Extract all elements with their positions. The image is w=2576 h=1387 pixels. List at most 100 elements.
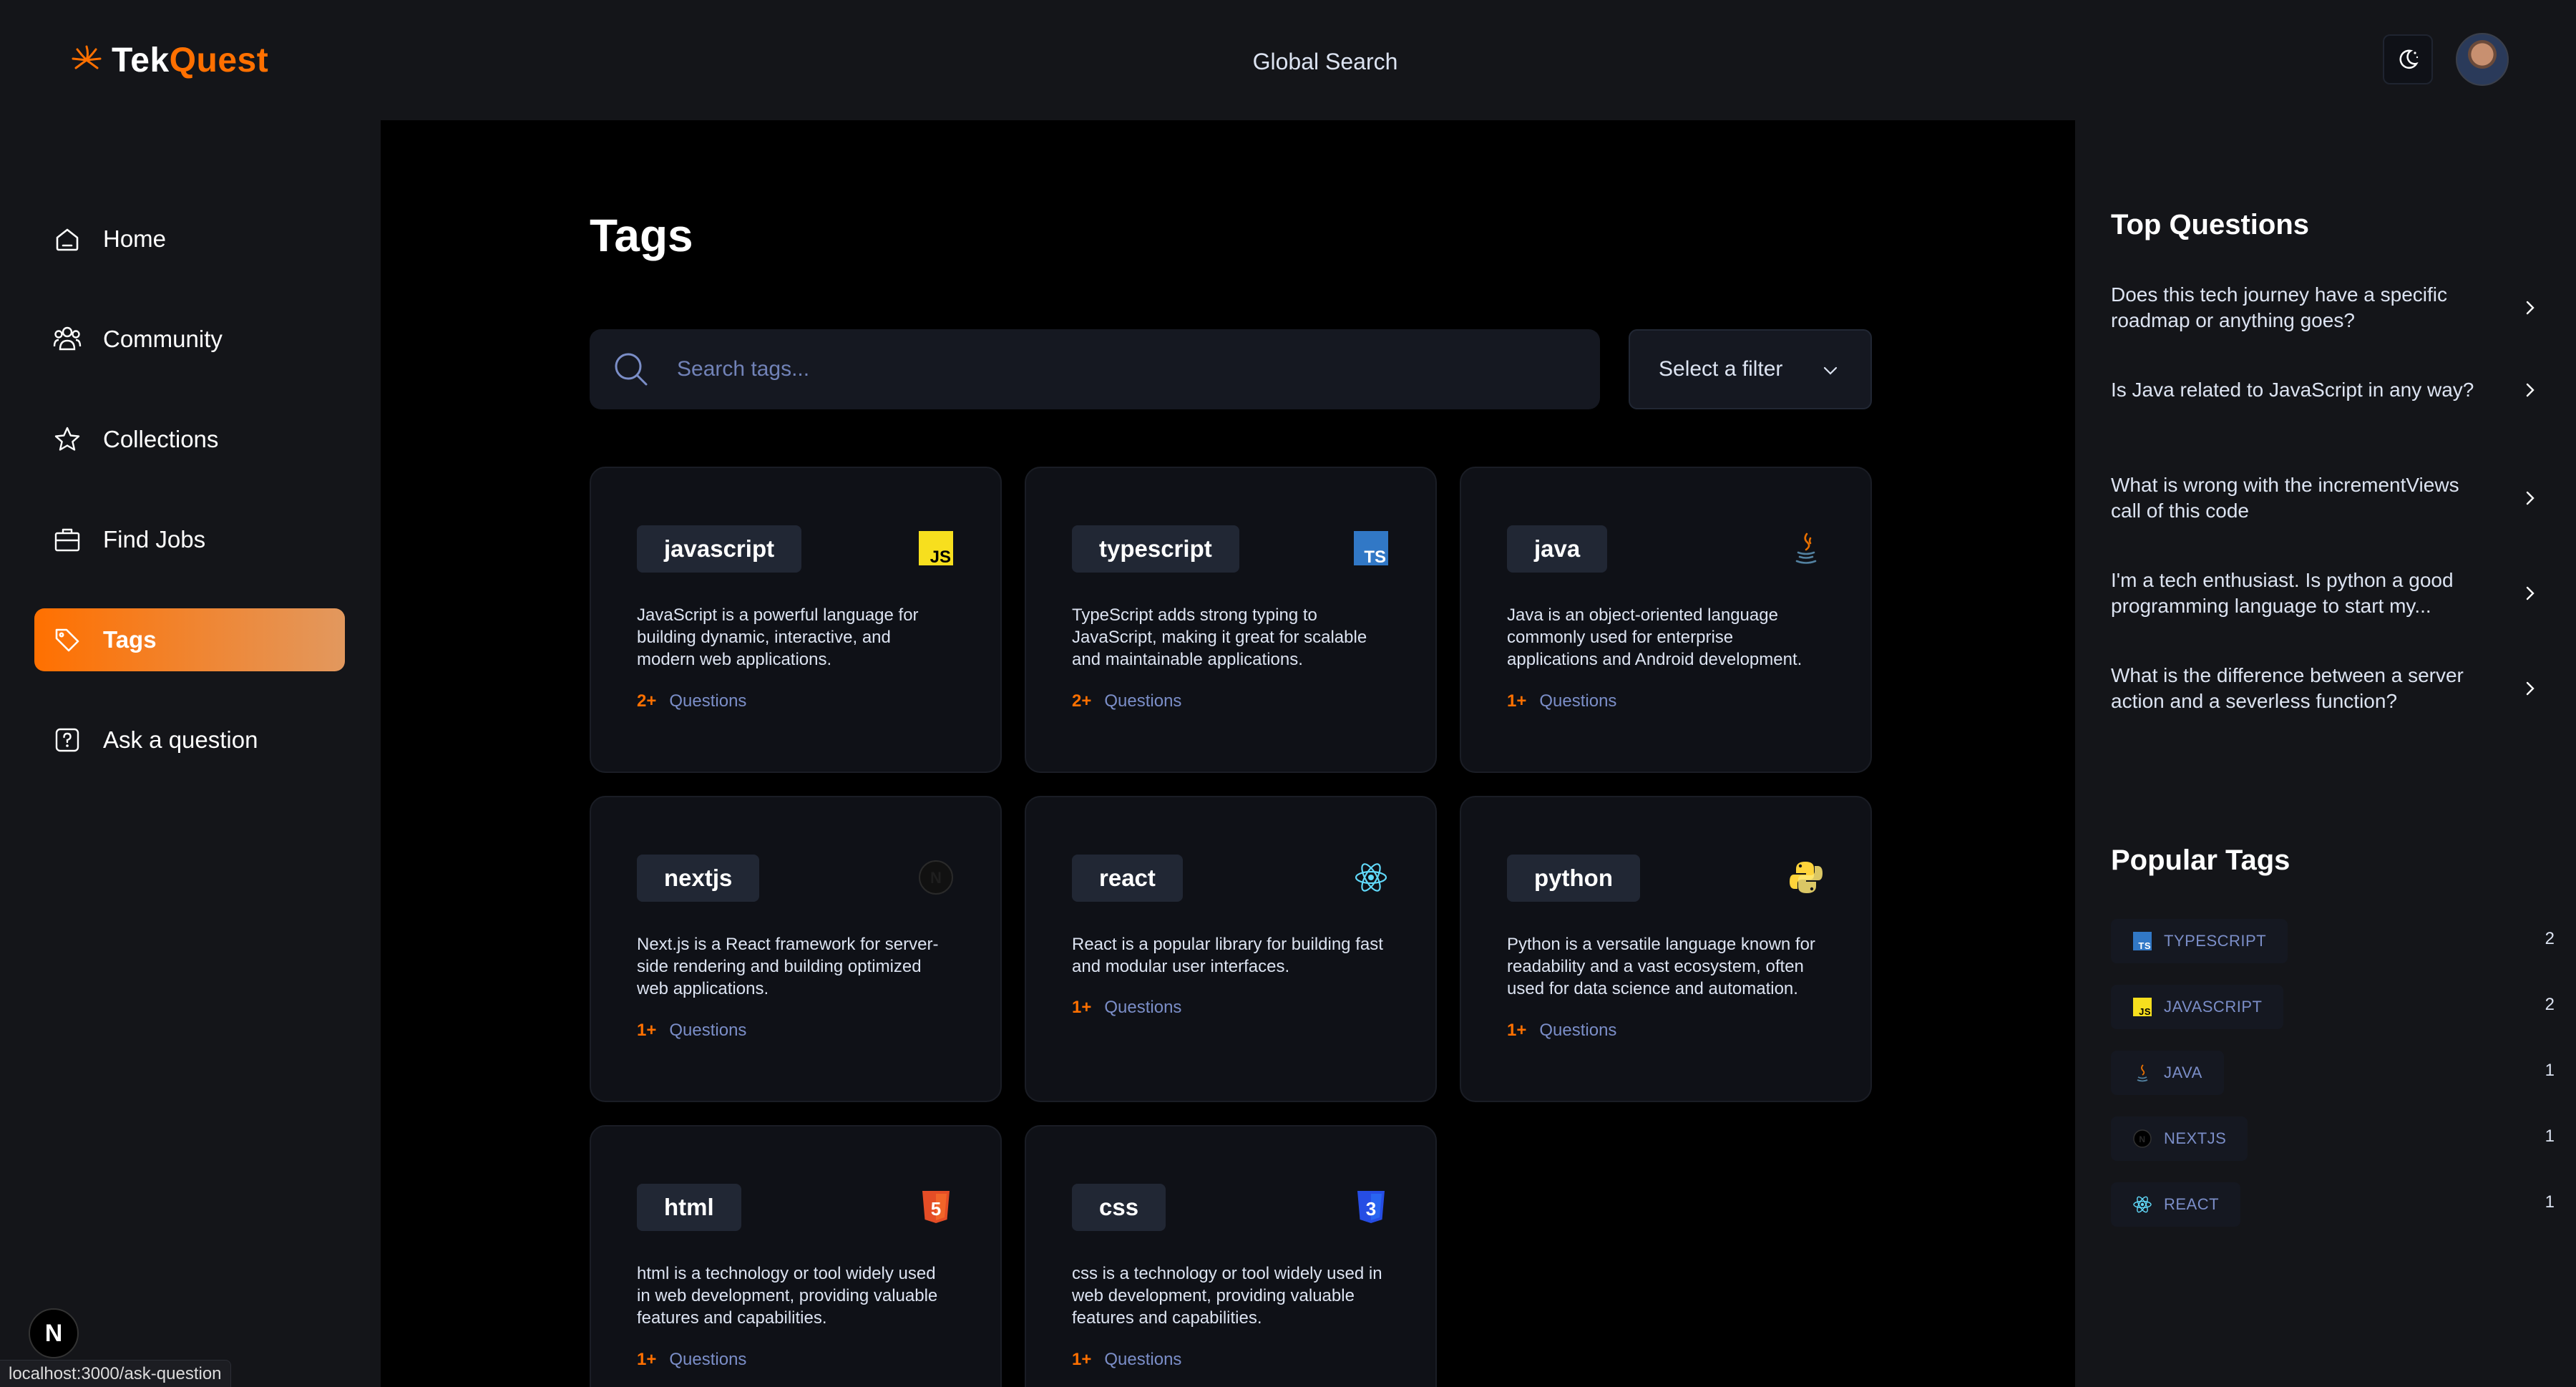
tag-description: React is a popular library for building … <box>1072 935 1383 976</box>
sidebar-item-label: Ask a question <box>103 726 258 753</box>
logo-icon <box>72 45 102 69</box>
top-question-item[interactable]: Is Java related to JavaScript in any way… <box>2111 377 2534 403</box>
tag-name[interactable]: python <box>1507 855 1640 902</box>
top-question-item[interactable]: What is the difference between a server … <box>2111 663 2534 714</box>
tag-question-count: 1+ Questions <box>1507 691 1617 711</box>
tag-card-css[interactable]: css 3 css is a technology or tool widely… <box>1025 1125 1437 1387</box>
tag-name[interactable]: html <box>637 1184 741 1231</box>
tag-description: html is a technology or tool widely used… <box>637 1264 938 1328</box>
tag-card-typescript[interactable]: typescript TS TypeScript adds strong typ… <box>1025 467 1437 773</box>
tag-icon <box>52 624 83 656</box>
top-question-item[interactable]: What is wrong with the incrementViews ca… <box>2111 472 2534 524</box>
sidebar-item-collections[interactable]: Collections <box>34 408 345 471</box>
tag-description: css is a technology or tool widely used … <box>1072 1264 1382 1328</box>
tag-name[interactable]: java <box>1507 525 1608 573</box>
top-question-item[interactable]: Does this tech journey have a specific r… <box>2111 282 2534 334</box>
react-icon <box>2133 1196 2152 1213</box>
filter-select-label: Select a filter <box>1659 357 1783 381</box>
tag-card-html[interactable]: html 5 html is a technology or tool wide… <box>590 1125 1002 1387</box>
js-icon: JS <box>2133 998 2152 1017</box>
left-sidebar: Home Community Collections Find Jobs Tag… <box>0 120 381 1387</box>
popular-tag-chip[interactable]: REACT <box>2111 1182 2241 1227</box>
tag-card-javascript[interactable]: javascript JS JavaScript is a powerful l… <box>590 467 1002 773</box>
popular-tag-item[interactable]: JS JAVASCRIPT 2 <box>2111 985 2555 1029</box>
popular-tag-name: JAVASCRIPT <box>2164 998 2263 1016</box>
sidebar-item-community[interactable]: Community <box>34 308 345 371</box>
sidebar-item-home[interactable]: Home <box>34 208 345 271</box>
chevron-down-icon <box>1823 366 1838 375</box>
sidebar-item-ask-question[interactable]: Ask a question <box>34 709 345 772</box>
popular-tag-count: 1 <box>2545 1061 2555 1080</box>
popular-tag-chip[interactable]: TS TYPESCRIPT <box>2111 919 2288 963</box>
theme-toggle-button[interactable] <box>2383 34 2433 84</box>
tag-description: Java is an object-oriented language comm… <box>1507 605 1802 669</box>
user-avatar[interactable] <box>2456 33 2509 86</box>
logo[interactable]: TekQuest <box>67 37 268 83</box>
popular-tag-count: 1 <box>2545 1126 2555 1146</box>
popular-tag-count: 1 <box>2545 1192 2555 1212</box>
tag-question-count: 1+ Questions <box>1072 1350 1182 1369</box>
ts-icon: TS <box>1354 531 1388 567</box>
page-title: Tags <box>590 210 693 261</box>
tag-name[interactable]: javascript <box>637 525 802 573</box>
right-sidebar: Top Questions Does this tech journey hav… <box>2075 120 2576 1387</box>
top-question-text: What is the difference between a server … <box>2111 664 2464 712</box>
top-question-text: What is wrong with the incrementViews ca… <box>2111 474 2459 522</box>
tag-question-count: 1+ Questions <box>637 1021 747 1040</box>
search-input[interactable] <box>677 357 1536 381</box>
tag-card-nextjs[interactable]: nextjs N Next.js is a React framework fo… <box>590 796 1002 1102</box>
popular-tag-name: NEXTJS <box>2164 1129 2227 1147</box>
sidebar-item-find-jobs[interactable]: Find Jobs <box>34 508 345 571</box>
top-question-item[interactable]: I'm a tech enthusiast. Is python a good … <box>2111 568 2534 619</box>
popular-tag-item[interactable]: TS TYPESCRIPT 2 <box>2111 919 2555 963</box>
react-icon <box>1355 863 1387 892</box>
star-icon <box>52 424 83 455</box>
sidebar-item-label: Find Jobs <box>103 526 206 553</box>
svg-text:N: N <box>2139 1134 2145 1144</box>
tag-question-count: 1+ Questions <box>637 1350 747 1369</box>
python-icon <box>1790 862 1823 893</box>
popular-tag-item[interactable]: REACT 1 <box>2111 1182 2555 1227</box>
tag-card-python[interactable]: python Python is a versatile language kn… <box>1460 796 1872 1102</box>
popular-tag-count: 2 <box>2545 995 2555 1014</box>
top-question-text: Is Java related to JavaScript in any way… <box>2111 379 2474 401</box>
tag-name[interactable]: react <box>1072 855 1183 902</box>
tag-name[interactable]: nextjs <box>637 855 760 902</box>
global-search[interactable]: Global Search <box>1182 42 1468 82</box>
sidebar-item-tags[interactable]: Tags <box>34 608 345 671</box>
tag-name[interactable]: css <box>1072 1184 1166 1231</box>
tag-card-react[interactable]: react React is a popular library for bui… <box>1025 796 1437 1102</box>
popular-tag-name: JAVA <box>2164 1064 2202 1081</box>
nextjs-icon: N <box>2133 1129 2152 1148</box>
popular-tag-item[interactable]: N NEXTJS 1 <box>2111 1116 2555 1161</box>
chevron-right-icon <box>2526 383 2534 397</box>
tag-description: JavaScript is a powerful language for bu… <box>637 605 919 669</box>
nextjs-icon: N <box>919 860 953 895</box>
logo-text: TekQuest <box>112 41 269 79</box>
briefcase-icon <box>52 524 83 555</box>
tag-question-count: 2+ Questions <box>1072 691 1182 711</box>
java-icon <box>1795 532 1817 564</box>
question-icon <box>52 724 83 756</box>
tag-card-java[interactable]: java Java is an object-oriented language… <box>1460 467 1872 773</box>
tag-name[interactable]: typescript <box>1072 525 1239 573</box>
popular-tag-chip[interactable]: N NEXTJS <box>2111 1116 2248 1161</box>
svg-text:5: 5 <box>931 1198 941 1220</box>
css3-icon: 3 <box>1357 1191 1385 1223</box>
svg-text:3: 3 <box>1366 1198 1376 1220</box>
tag-description: TypeScript adds strong typing to JavaScr… <box>1072 605 1367 669</box>
filter-select[interactable]: Select a filter <box>1629 329 1872 409</box>
chevron-right-icon <box>2526 586 2534 600</box>
search-bar[interactable] <box>590 329 1600 409</box>
users-icon <box>52 323 83 355</box>
top-question-text: Does this tech journey have a specific r… <box>2111 283 2448 331</box>
popular-tag-item[interactable]: JAVA 1 <box>2111 1051 2555 1095</box>
top-question-text: I'm a tech enthusiast. Is python a good … <box>2111 569 2454 617</box>
chevron-right-icon <box>2526 491 2534 505</box>
top-questions-title: Top Questions <box>2111 209 2310 240</box>
top-navbar: TekQuest Global Search <box>0 0 2576 120</box>
chevron-right-icon <box>2526 301 2534 315</box>
nextjs-dev-badge[interactable]: N <box>29 1308 79 1358</box>
popular-tag-chip[interactable]: JAVA <box>2111 1051 2224 1095</box>
popular-tag-chip[interactable]: JS JAVASCRIPT <box>2111 985 2284 1029</box>
